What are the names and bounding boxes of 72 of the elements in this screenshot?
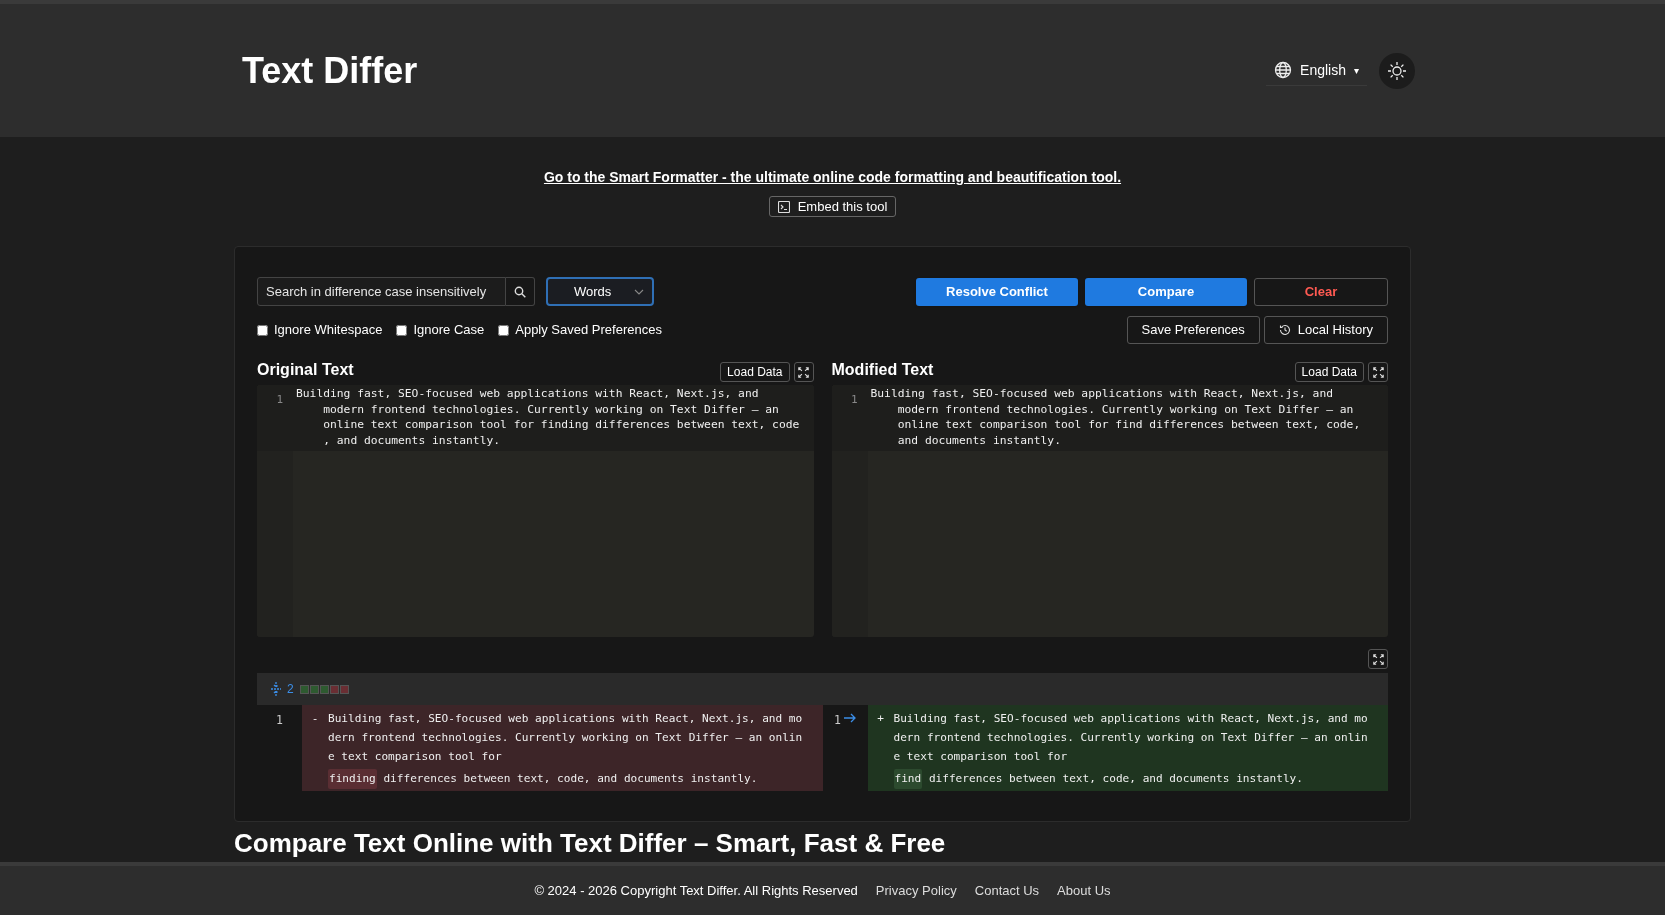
change-marker[interactable] bbox=[299, 684, 309, 694]
diff-line: dern frontend technologies. Currently working on Text Differ — an onlin bbox=[893, 730, 1368, 746]
code-line: online text comparison tool for find differences between text, code, bbox=[896, 417, 1362, 433]
section-heading: Compare Text Online with Text Differ – Smart, Fast & Free bbox=[234, 828, 947, 858]
line-number: 1 bbox=[834, 713, 841, 728]
code-line: Building fast, SEO-focused web applications with React, Next.js, and bbox=[296, 386, 760, 402]
line-number: 1 bbox=[850, 393, 858, 406]
diff-line: dern frontend technologies. Currently working on Text Differ — an onlin bbox=[328, 730, 803, 746]
load-data-button[interactable]: Load Data bbox=[1294, 362, 1364, 382]
diff-line: Building fast, SEO-focused web applications with React, Next.js, and mo bbox=[893, 711, 1368, 727]
diff-sign: - bbox=[310, 711, 320, 727]
clock-icon bbox=[1278, 324, 1291, 336]
mode-select[interactable]: Words bbox=[546, 277, 654, 306]
history-button[interactable]: Local History bbox=[1263, 316, 1388, 344]
editor-title: Original Text bbox=[257, 360, 354, 380]
code-line: modern frontend technologies. Currently working on Text Differ — an bbox=[896, 401, 1355, 417]
site-title: Text Differ bbox=[242, 48, 418, 93]
expand-icon bbox=[798, 366, 809, 378]
option-checkbox[interactable] bbox=[396, 324, 408, 336]
expand-icon bbox=[1372, 366, 1384, 378]
change-marker[interactable] bbox=[339, 684, 349, 694]
formatter-link[interactable]: Go to the Smart Formatter - the ultimate online code formatting and beautification tool. bbox=[543, 167, 1122, 188]
code-line: Building fast, SEO-focused web applications with React, Next.js, and bbox=[870, 386, 1334, 402]
action-button[interactable]: Resolve Conflict bbox=[916, 277, 1078, 306]
search-icon bbox=[514, 285, 526, 298]
diff-line: Building fast, SEO-focused web applications with React, Next.js, and mo bbox=[328, 711, 803, 727]
change-marker[interactable] bbox=[309, 684, 319, 694]
diff-line: e text comparison tool for bbox=[893, 749, 1069, 765]
footer-link[interactable]: Privacy Policy bbox=[875, 880, 957, 901]
code-line: , and documents instantly. bbox=[322, 432, 502, 448]
code-line: and documents instantly. bbox=[896, 432, 1062, 448]
terminal-icon bbox=[777, 200, 790, 213]
line-number: 1 bbox=[276, 713, 283, 728]
option-label: Ignore Whitespace bbox=[274, 321, 383, 340]
globe-icon bbox=[1274, 61, 1293, 79]
embed-button[interactable]: Embed this tool bbox=[768, 196, 897, 217]
code-line: modern frontend technologies. Currently working on Text Differ — an bbox=[322, 401, 780, 417]
option-checkbox[interactable] bbox=[498, 324, 510, 336]
changed-word: finding bbox=[328, 769, 377, 789]
option-checkbox[interactable] bbox=[257, 324, 268, 336]
footer-link[interactable]: About Us bbox=[1057, 880, 1111, 901]
change-marker[interactable] bbox=[319, 684, 329, 694]
code-line: online text comparison tool for finding differences between text, code bbox=[322, 417, 801, 433]
line-number: 1 bbox=[276, 393, 283, 406]
diff-line: e text comparison tool for bbox=[328, 749, 503, 765]
language-selector[interactable]: English ▾ bbox=[1266, 55, 1367, 86]
change-marker[interactable] bbox=[329, 684, 339, 694]
expand-button[interactable] bbox=[793, 362, 814, 382]
diff-sign: + bbox=[876, 711, 885, 727]
changed-word: find bbox=[893, 769, 923, 789]
diff-line: differences between text, code, and documents instantly. bbox=[927, 771, 1303, 787]
expand-icon bbox=[1372, 653, 1384, 665]
diff-line: differences between text, code, and documents instantly. bbox=[382, 771, 758, 787]
change-count: 2 bbox=[287, 681, 294, 698]
collapse-icon bbox=[271, 682, 281, 696]
copyright-text: © 2024 - 2026 Copyright Text Differ. All Rights Reserved bbox=[534, 881, 858, 900]
theme-toggle[interactable] bbox=[1379, 52, 1415, 89]
arrow-right-icon bbox=[843, 713, 856, 723]
search-button[interactable] bbox=[506, 277, 535, 306]
chevron-down-icon bbox=[634, 288, 644, 295]
footer-link[interactable]: Contact Us bbox=[974, 880, 1040, 901]
sun-icon bbox=[1387, 60, 1407, 81]
expand-button[interactable] bbox=[1368, 362, 1388, 382]
editor-title: Modified Text bbox=[831, 360, 934, 380]
clear-button[interactable]: Clear bbox=[1254, 277, 1388, 306]
option-label: Apply Saved Preferences bbox=[515, 321, 662, 340]
search-field[interactable]: Search in difference case insensitively bbox=[257, 277, 506, 306]
expand-button[interactable] bbox=[1368, 649, 1388, 669]
option-label: Ignore Case bbox=[413, 321, 485, 340]
load-data-button[interactable]: Load Data bbox=[720, 362, 790, 382]
action-button[interactable]: Compare bbox=[1085, 277, 1247, 306]
save-preferences-button[interactable]: Save Preferences bbox=[1126, 316, 1260, 344]
